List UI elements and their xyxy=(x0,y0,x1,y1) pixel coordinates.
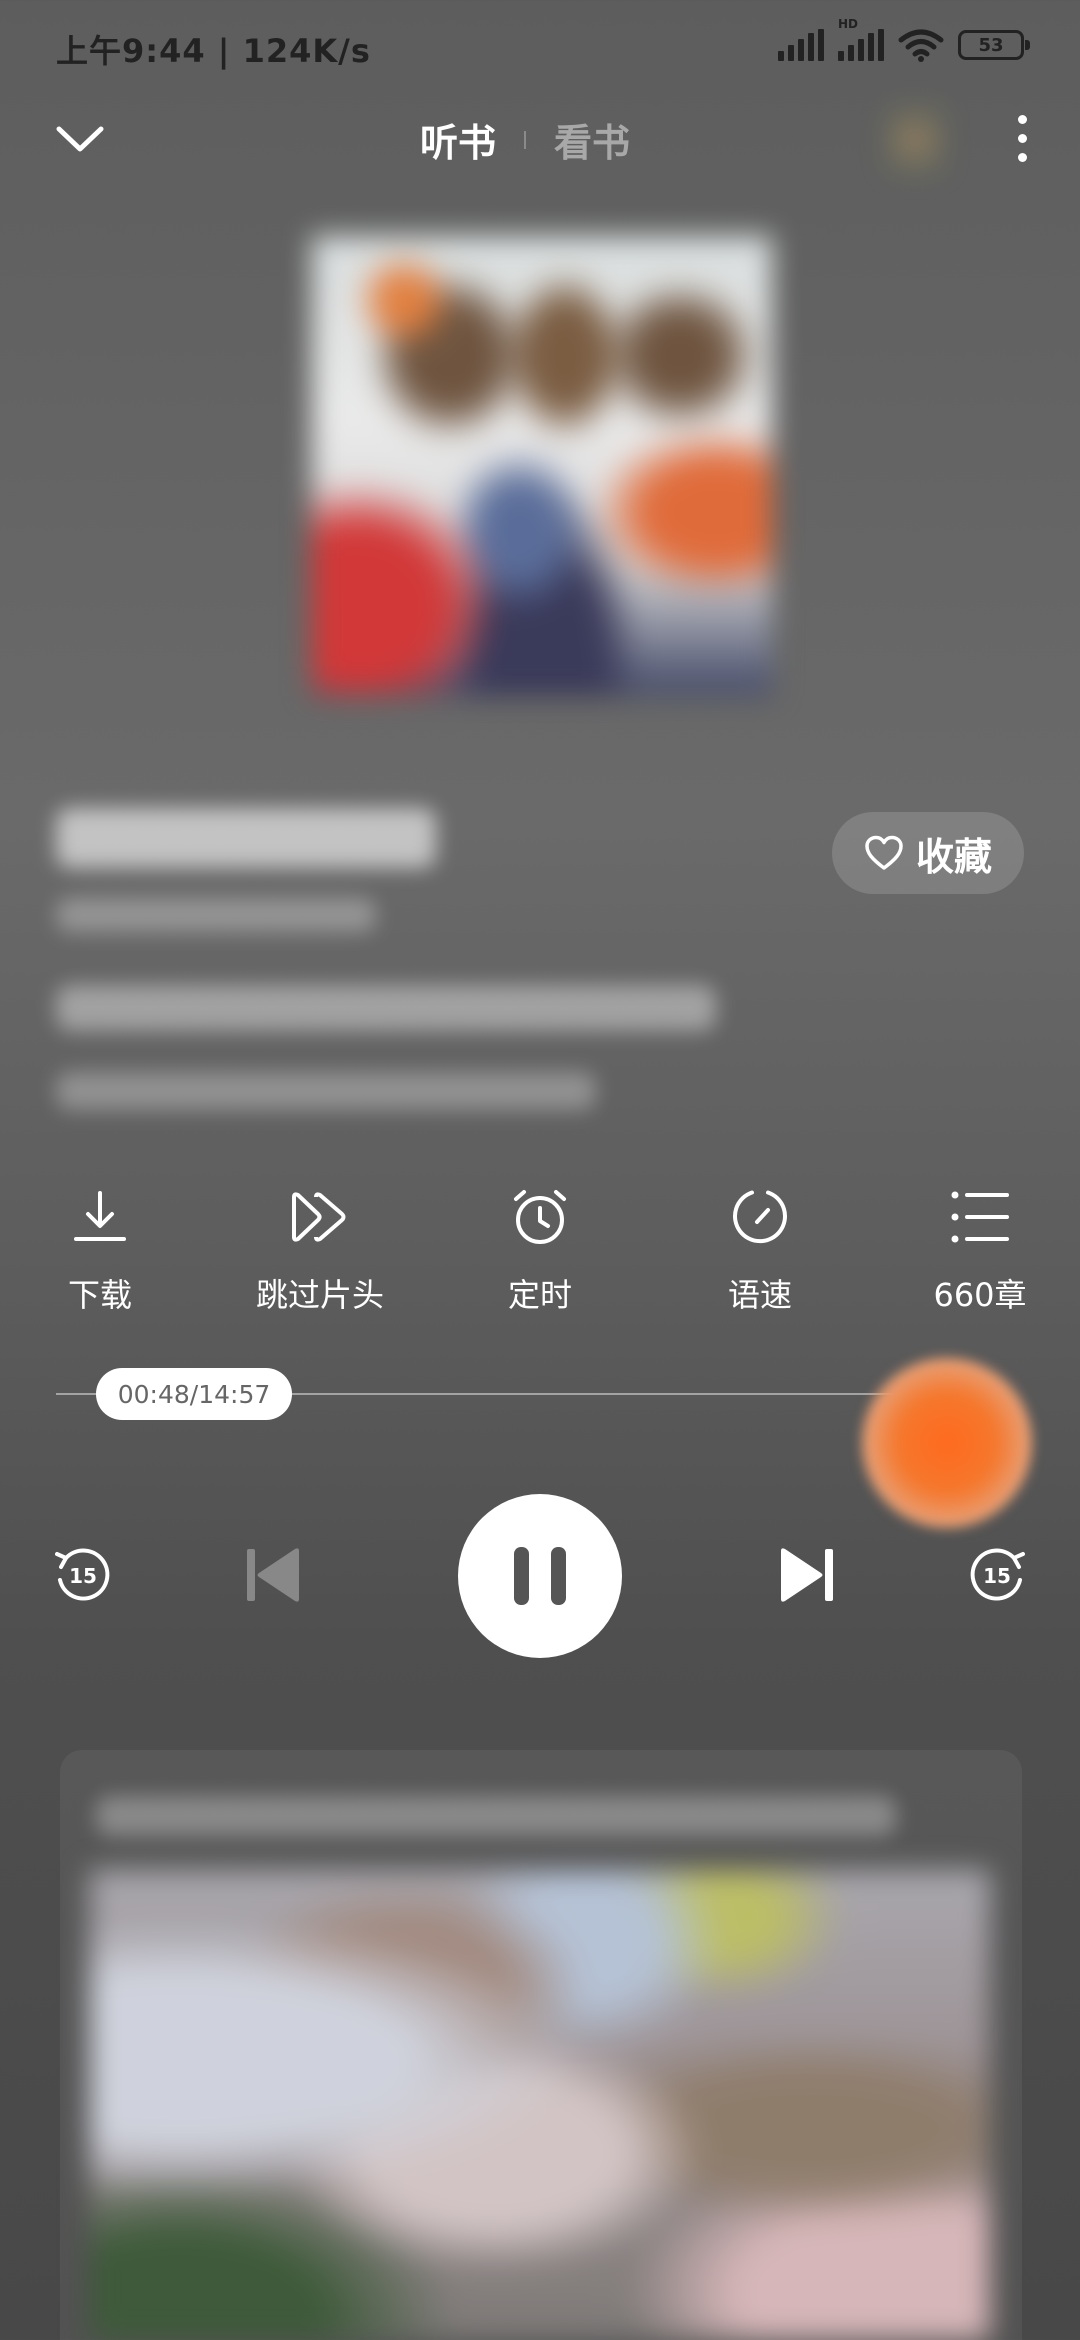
promo-card-title xyxy=(96,1796,896,1836)
chevron-down-icon xyxy=(56,126,104,152)
chapters-label: 660章 xyxy=(933,1276,1027,1314)
speed-label: 语速 xyxy=(727,1276,792,1314)
status-bar: 上午9:44 | 124K/s HD 53 xyxy=(0,0,1080,96)
more-button[interactable] xyxy=(1000,108,1044,168)
pause-icon xyxy=(514,1547,566,1605)
list-icon xyxy=(951,1191,1009,1243)
battery-icon: 53 xyxy=(958,30,1030,60)
tab-read[interactable]: 看书 xyxy=(554,112,630,167)
more-vert-icon xyxy=(1017,114,1027,124)
battery-level: 53 xyxy=(978,34,1004,56)
download-label: 下载 xyxy=(67,1276,132,1314)
pause-button[interactable] xyxy=(458,1494,622,1658)
next-button[interactable] xyxy=(774,1542,840,1608)
download-icon xyxy=(74,1191,126,1241)
chapter-title xyxy=(56,985,716,1031)
tab-divider xyxy=(524,130,527,149)
book-subtitle xyxy=(56,898,376,932)
speed-action[interactable]: 语速 xyxy=(670,1182,850,1316)
book-meta xyxy=(56,1072,596,1110)
alarm-icon xyxy=(514,1190,566,1244)
mode-tabs: 听书 看书 xyxy=(420,112,630,167)
promo-card-image xyxy=(90,1870,990,2340)
collapse-button[interactable] xyxy=(50,108,110,168)
tab-listen[interactable]: 听书 xyxy=(420,112,496,167)
speed-icon xyxy=(733,1190,787,1244)
status-time-speed: 上午9:44 | 124K/s xyxy=(56,32,371,70)
hd-label: HD xyxy=(838,17,859,31)
status-icons: HD 53 xyxy=(778,17,1030,62)
favorite-label: 收藏 xyxy=(915,834,992,879)
skip-previous-icon xyxy=(247,1548,299,1602)
heart-icon xyxy=(865,835,903,870)
skip-intro-label: 跳过片头 xyxy=(255,1276,384,1314)
forward-15-icon: 15 xyxy=(970,1548,1025,1601)
signal-icon xyxy=(778,29,824,61)
book-cover xyxy=(312,236,772,696)
previous-button[interactable] xyxy=(240,1542,306,1608)
progress-thumb[interactable]: 00:48/14:57 xyxy=(96,1368,292,1420)
book-title xyxy=(56,808,436,868)
skip-next-icon xyxy=(781,1548,833,1602)
skip-intro-action[interactable]: 跳过片头 xyxy=(230,1182,410,1316)
timer-action[interactable]: 定时 xyxy=(450,1182,630,1316)
rewind-seconds: 15 xyxy=(69,1564,97,1588)
download-action[interactable]: 下载 xyxy=(10,1182,190,1316)
book-thumbnail[interactable] xyxy=(880,100,950,180)
favorite-button[interactable]: 收藏 xyxy=(832,812,1024,894)
forward-seconds: 15 xyxy=(983,1564,1011,1588)
wifi-icon xyxy=(898,29,944,62)
rewind-15-icon: 15 xyxy=(55,1548,110,1601)
chapters-action[interactable]: 660章 xyxy=(890,1182,1070,1316)
rewind-15-button[interactable]: 15 xyxy=(48,1540,118,1610)
signal-hd-icon: HD xyxy=(838,17,884,61)
timer-label: 定时 xyxy=(507,1276,572,1314)
forward-15-button[interactable]: 15 xyxy=(962,1540,1032,1610)
floating-ball[interactable] xyxy=(862,1358,1032,1528)
skip-intro-icon xyxy=(292,1192,346,1242)
